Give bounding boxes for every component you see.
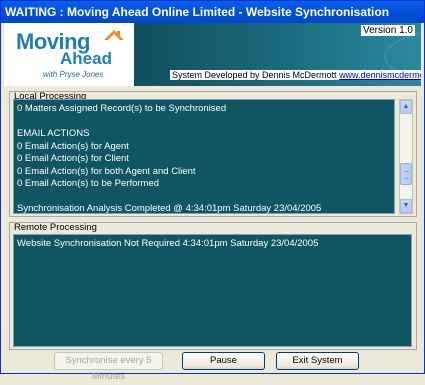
scroll-up-arrow-icon[interactable]: ▲: [400, 100, 412, 114]
window-title: WAITING : Moving Ahead Online Limited - …: [5, 5, 390, 19]
local-processing-group: Local Processing 0 Matters Assigned Reco…: [9, 91, 417, 217]
pause-button[interactable]: Pause: [182, 352, 265, 370]
developer-website-link[interactable]: www.dennismcdermott.co.uk: [339, 70, 421, 80]
logo-text-ahead: Ahead: [60, 49, 112, 68]
local-processing-log[interactable]: 0 Matters Assigned Record(s) to be Synch…: [13, 99, 395, 214]
local-log-scrollbar[interactable]: ▲ ▼: [399, 99, 413, 214]
scroll-down-arrow-icon[interactable]: ▼: [400, 199, 412, 213]
company-logo: Moving Ahead with Pryse Jones: [16, 29, 128, 81]
title-bar[interactable]: WAITING : Moving Ahead Online Limited - …: [1, 1, 424, 23]
synchronise-every-5-minutes-button[interactable]: Synchronise every 5 Minutes: [54, 352, 163, 382]
header-banner: Moving Ahead with Pryse Jones Version 1.…: [4, 23, 421, 86]
developer-credit: System Developed by Dennis McDermott www…: [170, 70, 421, 80]
logo-subtitle: with Pryse Jones: [43, 70, 104, 79]
remote-processing-group: Remote Processing Website Synchronisatio…: [9, 222, 417, 350]
version-label: Version 1.0: [360, 25, 415, 36]
exit-system-button[interactable]: Exit System: [276, 352, 359, 370]
house-roof-icon: [104, 30, 124, 40]
scrollbar-thumb[interactable]: [400, 163, 412, 185]
remote-processing-log[interactable]: Website Synchronisation Not Required 4:3…: [13, 234, 412, 347]
credit-text: System Developed by Dennis McDermott: [172, 70, 340, 80]
remote-processing-label: Remote Processing: [14, 222, 97, 233]
app-window: WAITING : Moving Ahead Online Limited - …: [0, 0, 425, 382]
